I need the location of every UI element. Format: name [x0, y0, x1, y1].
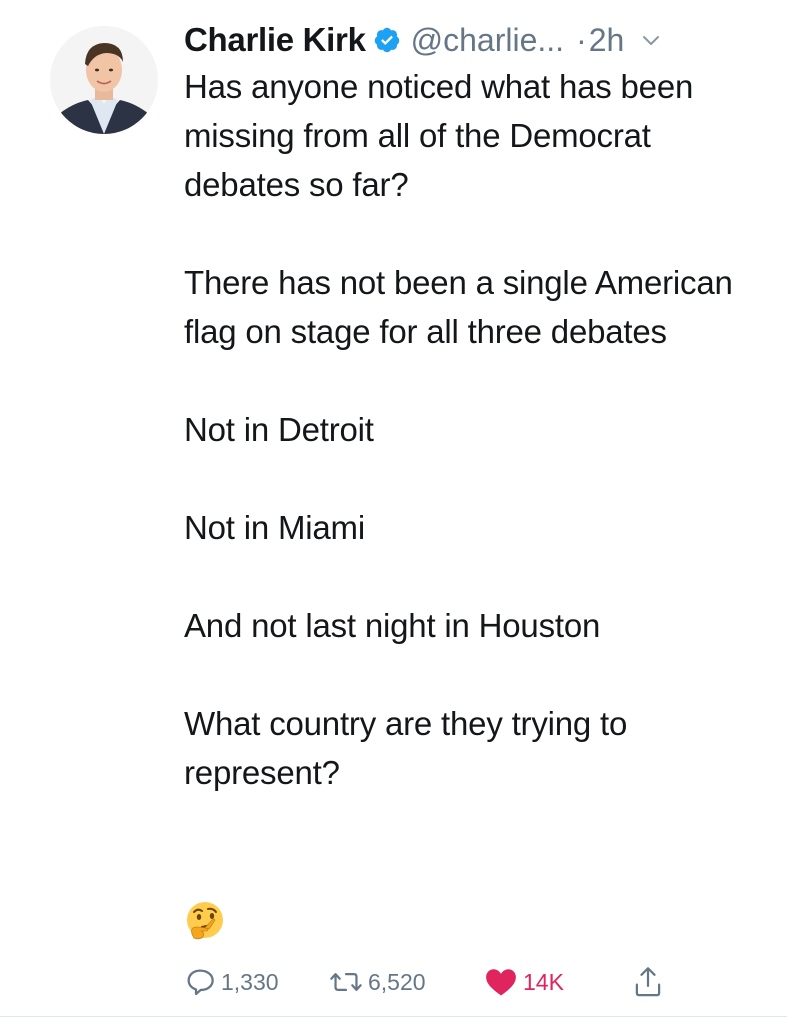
tweet-paragraph: Not in Detroit [184, 411, 374, 448]
thinking-face-emoji [184, 900, 226, 942]
reply-count: 1,330 [221, 968, 279, 995]
heart-icon [486, 969, 516, 996]
retweet-button[interactable]: 6,520 [329, 962, 426, 1002]
meta-separator: · [576, 21, 587, 58]
author-handle[interactable]: @charlie... [411, 22, 564, 59]
author-avatar[interactable] [50, 26, 158, 134]
retweet-count: 6,520 [368, 968, 426, 995]
avatar-photo [50, 26, 158, 134]
tweet-text: Has anyone noticed what has been missing… [184, 62, 764, 797]
tweet-paragraph: There has not been a single American fla… [184, 264, 733, 350]
tweet-divider [0, 1016, 787, 1017]
share-icon [635, 967, 661, 997]
tweet-paragraph: And not last night in Houston [184, 607, 601, 644]
like-button[interactable]: 14K [484, 962, 564, 1002]
reply-button[interactable]: 1,330 [184, 962, 279, 1002]
tweet-paragraph: Has anyone noticed what has been missing… [184, 68, 694, 203]
tweet-actions: 1,330 6,520 14K [184, 962, 744, 1002]
tweet-paragraph: What country are they trying to represen… [184, 705, 628, 791]
author-display-name[interactable]: Charlie Kirk [184, 21, 366, 59]
tweet[interactable]: Charlie Kirk @charlie... ·2h Has anyone … [0, 0, 787, 1024]
retweet-icon [330, 973, 362, 991]
verified-badge-icon [373, 26, 401, 54]
like-count: 14K [523, 968, 564, 995]
chevron-down-icon[interactable] [640, 29, 662, 51]
timestamp[interactable]: ·2h [576, 22, 624, 59]
tweet-header: Charlie Kirk @charlie... ·2h [184, 18, 764, 62]
tweet-time: 2h [588, 21, 625, 58]
share-button[interactable] [632, 962, 669, 1002]
tweet-paragraph: Not in Miami [184, 509, 365, 546]
reply-icon [187, 969, 214, 996]
